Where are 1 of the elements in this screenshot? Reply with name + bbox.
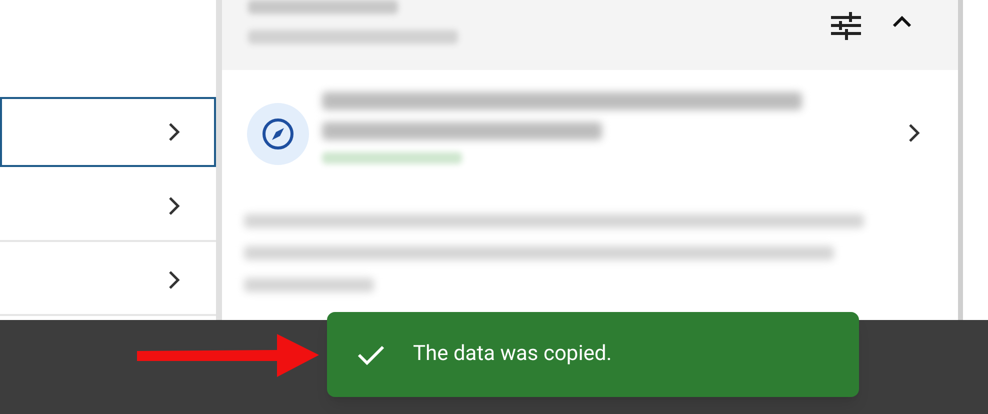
toast-message: The data was copied. [413, 340, 612, 368]
